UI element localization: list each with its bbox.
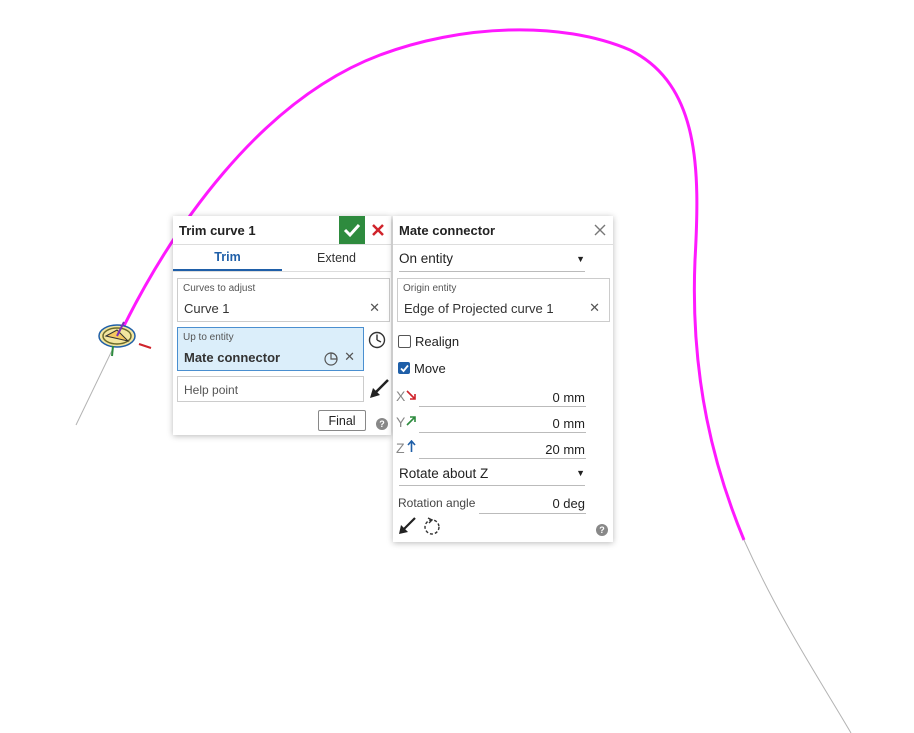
y-input-underline xyxy=(419,432,586,433)
z-axis-label: Z xyxy=(396,440,405,456)
y-arrow-icon xyxy=(406,416,416,426)
close-icon xyxy=(372,224,384,236)
tab-trim[interactable]: Trim xyxy=(173,245,282,271)
mate-panel-title: Mate connector xyxy=(399,222,496,238)
up-to-field-label: Up to entity xyxy=(183,332,234,343)
trim-panel-title: Trim curve 1 xyxy=(179,222,256,238)
close-icon[interactable] xyxy=(594,224,606,236)
curves-field-value: Curve 1 xyxy=(184,301,230,316)
pie-selector-icon[interactable] xyxy=(324,352,338,366)
mate-panel-header: Mate connector xyxy=(393,216,613,245)
mate-connector-panel: Mate connector On entity ▼ Origin entity… xyxy=(393,216,613,542)
cancel-button[interactable] xyxy=(365,216,391,244)
move-checkbox[interactable] xyxy=(398,362,410,374)
trim-tabs: Trim Extend xyxy=(173,245,391,272)
help-point-field[interactable]: Help point xyxy=(177,376,364,402)
realign-label: Realign xyxy=(415,333,460,349)
clear-origin-icon[interactable]: ✕ xyxy=(589,300,600,316)
z-input-underline xyxy=(419,458,586,459)
chevron-down-icon: ▼ xyxy=(576,253,585,264)
realign-checkbox[interactable] xyxy=(398,334,411,348)
chevron-down-icon: ▼ xyxy=(576,468,585,478)
mate-connector-icon[interactable] xyxy=(98,321,152,357)
curve-extension-end xyxy=(743,539,852,733)
help-point-placeholder: Help point xyxy=(184,383,239,397)
flip-direction-icon[interactable] xyxy=(397,516,417,536)
realign-checkbox-row[interactable]: Realign xyxy=(398,333,459,349)
arrow-direction-icon[interactable] xyxy=(368,378,390,400)
checkmark-icon xyxy=(343,223,361,238)
z-value-input[interactable]: 20 mm xyxy=(545,442,585,457)
x-input-underline xyxy=(419,406,586,407)
rotate-about-dropdown[interactable]: Rotate about Z ▼ xyxy=(399,461,585,486)
y-value-input[interactable]: 0 mm xyxy=(553,416,586,431)
clear-up-to-icon[interactable]: ✕ xyxy=(344,349,355,365)
origin-field-value: Edge of Projected curve 1 xyxy=(404,301,554,316)
help-icon[interactable]: ? xyxy=(376,418,388,430)
clear-curves-icon[interactable]: ✕ xyxy=(369,300,380,316)
rotate-about-value: Rotate about Z xyxy=(399,465,489,481)
tab-extend[interactable]: Extend xyxy=(282,245,391,271)
trim-panel-header: Trim curve 1 xyxy=(173,216,391,245)
origin-field-label: Origin entity xyxy=(403,283,457,294)
move-label: Move xyxy=(414,360,446,376)
rotation-value-input[interactable]: 0 deg xyxy=(552,496,585,511)
origin-entity-field[interactable]: Origin entity Edge of Projected curve 1 … xyxy=(397,278,610,322)
y-axis-label: Y xyxy=(396,414,406,430)
rotation-angle-label: Rotation angle xyxy=(398,496,476,510)
final-button[interactable]: Final xyxy=(318,410,366,431)
move-checkbox-row[interactable]: Move xyxy=(398,360,446,376)
rotate-icon[interactable] xyxy=(422,516,442,536)
on-entity-value: On entity xyxy=(399,251,454,266)
x-value-input[interactable]: 0 mm xyxy=(553,390,586,405)
curves-to-adjust-field[interactable]: Curves to adjust Curve 1 ✕ xyxy=(177,278,390,322)
up-to-field-value: Mate connector xyxy=(184,350,281,365)
checkmark-icon xyxy=(399,364,409,372)
x-arrow-icon xyxy=(406,390,416,400)
confirm-button[interactable] xyxy=(339,216,365,244)
x-axis-label: X xyxy=(396,388,406,404)
curves-field-label: Curves to adjust xyxy=(183,283,256,294)
clock-selector-icon[interactable] xyxy=(368,331,386,349)
rotation-input-underline xyxy=(479,513,586,514)
on-entity-dropdown[interactable]: On entity ▼ xyxy=(399,246,585,272)
up-to-entity-field[interactable]: Up to entity Mate connector ✕ xyxy=(177,327,364,371)
help-icon[interactable]: ? xyxy=(596,524,608,536)
trim-curve-panel: Trim curve 1 Trim Extend Curves to adjus… xyxy=(173,216,391,435)
z-arrow-icon xyxy=(407,440,416,452)
